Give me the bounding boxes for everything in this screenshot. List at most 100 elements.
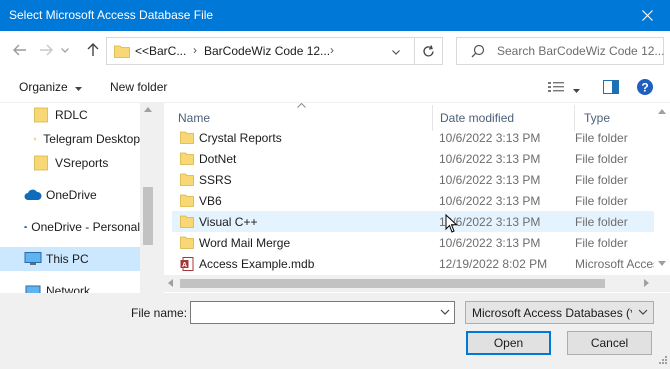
file-name: Word Mail Merge	[199, 236, 291, 250]
scroll-right-icon	[644, 279, 649, 287]
file-row[interactable]: Visual C++ 10/6/2022 3:13 PM File folder	[172, 211, 654, 233]
file-name-label: File name:	[131, 306, 188, 320]
file-row[interactable]: Word Mail Merge 10/6/2022 3:13 PM File f…	[172, 232, 654, 253]
search-icon	[471, 44, 485, 58]
horizontal-scroll-thumb[interactable]	[180, 279, 605, 288]
dropdown-arrow-icon	[75, 87, 83, 91]
file-name: SSRS	[199, 173, 232, 187]
command-toolbar: Organize New folder ?	[0, 71, 670, 103]
file-date: 10/6/2022 3:13 PM	[439, 131, 541, 145]
recent-locations-button[interactable]	[58, 40, 72, 60]
file-name: VB6	[199, 194, 222, 208]
file-type: File folder	[575, 194, 628, 208]
close-icon	[641, 10, 653, 21]
help-button[interactable]: ?	[637, 79, 653, 98]
file-name-input[interactable]	[190, 301, 455, 324]
chevron-down-icon	[392, 50, 400, 55]
dialog-footer: File name: Microsoft Access Databases (*…	[0, 293, 670, 369]
file-row[interactable]: VB6 10/6/2022 3:13 PM File folder	[172, 190, 654, 211]
folder-icon	[34, 155, 48, 171]
close-button[interactable]	[624, 0, 670, 31]
breadcrumb-separator[interactable]: ›	[193, 43, 197, 57]
file-name: Visual C++	[199, 215, 258, 229]
file-row[interactable]: DotNet 10/6/2022 3:13 PM File folder	[172, 148, 654, 169]
search-box[interactable]: Search BarCodeWiz Code 12...	[456, 37, 664, 65]
cancel-button[interactable]: Cancel	[567, 331, 652, 355]
file-row[interactable]: SSRS 10/6/2022 3:13 PM File folder	[172, 169, 654, 190]
file-date: 12/19/2022 8:02 PM	[439, 257, 548, 271]
file-list: Name Date modified Type Crystal Reports …	[164, 103, 670, 293]
file-type: File folder	[575, 236, 628, 250]
sidebar-item-vsreports[interactable]: VSreports	[0, 151, 140, 175]
refresh-icon	[423, 44, 434, 56]
refresh-button[interactable]	[414, 38, 442, 64]
chevron-down-icon	[440, 309, 450, 315]
resize-grip-icon	[659, 356, 667, 364]
folder-icon	[114, 45, 130, 58]
file-row[interactable]: Crystal Reports 10/6/2022 3:13 PM File f…	[172, 127, 654, 148]
preview-pane-button[interactable]	[603, 80, 619, 97]
organize-button[interactable]: Organize	[19, 80, 83, 94]
computer-icon	[24, 252, 42, 265]
network-icon	[25, 285, 41, 293]
sidebar-item-label: Telegram Desktop	[43, 132, 140, 146]
up-button[interactable]	[83, 40, 103, 60]
help-icon: ?	[637, 79, 653, 95]
access-file-icon: A	[180, 257, 194, 271]
back-button[interactable]	[10, 40, 30, 60]
folder-icon	[180, 236, 194, 249]
sidebar-item-onedrive-personal[interactable]: OneDrive - Personal	[0, 215, 140, 239]
sidebar-scrollbar[interactable]	[140, 103, 156, 293]
dropdown-arrow-icon	[573, 89, 581, 93]
file-type: Microsoft Access	[575, 257, 655, 271]
file-name: Access Example.mdb	[199, 257, 315, 271]
breadcrumb-separator[interactable]: ›	[330, 43, 334, 57]
folder-icon	[180, 173, 194, 186]
sidebar-item-telegram-desktop[interactable]: Telegram Desktop	[0, 127, 140, 151]
forward-button[interactable]	[36, 40, 56, 60]
file-type: File folder	[575, 131, 628, 145]
sidebar-item-label: VSreports	[55, 156, 109, 170]
sidebar-item-label: OneDrive	[46, 188, 97, 202]
title-bar: Select Microsoft Access Database File	[0, 0, 670, 31]
file-date: 10/6/2022 3:13 PM	[439, 215, 541, 229]
folder-icon	[180, 194, 194, 207]
sidebar-item-label: OneDrive - Personal	[31, 220, 140, 234]
file-name: Crystal Reports	[199, 131, 282, 145]
file-date: 10/6/2022 3:13 PM	[439, 236, 541, 250]
scroll-up-icon	[658, 109, 666, 114]
sidebar-scroll-thumb[interactable]	[143, 187, 153, 245]
file-list-horizontal-scrollbar[interactable]	[164, 275, 670, 292]
sidebar-item-label: This PC	[46, 252, 89, 266]
arrow-right-icon	[40, 44, 53, 56]
address-history-dropdown[interactable]	[392, 44, 400, 58]
organize-label: Organize	[19, 80, 68, 94]
chevron-down-icon	[61, 47, 69, 53]
file-type-select[interactable]: Microsoft Access Databases (*.mdb)	[465, 301, 654, 324]
folder-icon	[180, 152, 194, 165]
file-row[interactable]: A Access Example.mdb 12/19/2022 8:02 PM …	[172, 253, 655, 274]
arrow-up-icon	[87, 43, 99, 56]
view-options-button[interactable]	[548, 81, 581, 96]
new-folder-button[interactable]: New folder	[110, 80, 167, 94]
breadcrumb-segment[interactable]: BarC...	[149, 44, 186, 58]
sidebar-item-rdlc[interactable]: RDLC	[0, 103, 140, 127]
search-placeholder: Search BarCodeWiz Code 12...	[497, 44, 665, 58]
sidebar-item-onedrive[interactable]: OneDrive	[0, 183, 140, 207]
arrow-left-icon	[13, 44, 26, 56]
address-bar[interactable]: << BarC... › BarCodeWiz Code 12... ›	[106, 37, 443, 65]
open-button[interactable]: Open	[466, 331, 551, 355]
chevron-down-icon	[638, 309, 648, 315]
sidebar-item-this-pc[interactable]: This PC	[0, 247, 140, 271]
breadcrumb-segment[interactable]: BarCodeWiz Code 12...	[204, 44, 330, 58]
svg-text:A: A	[182, 262, 187, 269]
file-type: File folder	[575, 152, 628, 166]
sidebar-item-network[interactable]: Network	[0, 279, 140, 293]
mouse-cursor-icon	[445, 214, 458, 233]
details-view-icon	[548, 82, 564, 92]
file-type-value: Microsoft Access Databases (*.mdb)	[472, 306, 632, 320]
file-date: 10/6/2022 3:13 PM	[439, 194, 541, 208]
breadcrumb-overflow[interactable]: <<	[135, 44, 149, 58]
file-list-vertical-scrollbar[interactable]	[654, 103, 670, 273]
folder-icon	[180, 215, 194, 228]
